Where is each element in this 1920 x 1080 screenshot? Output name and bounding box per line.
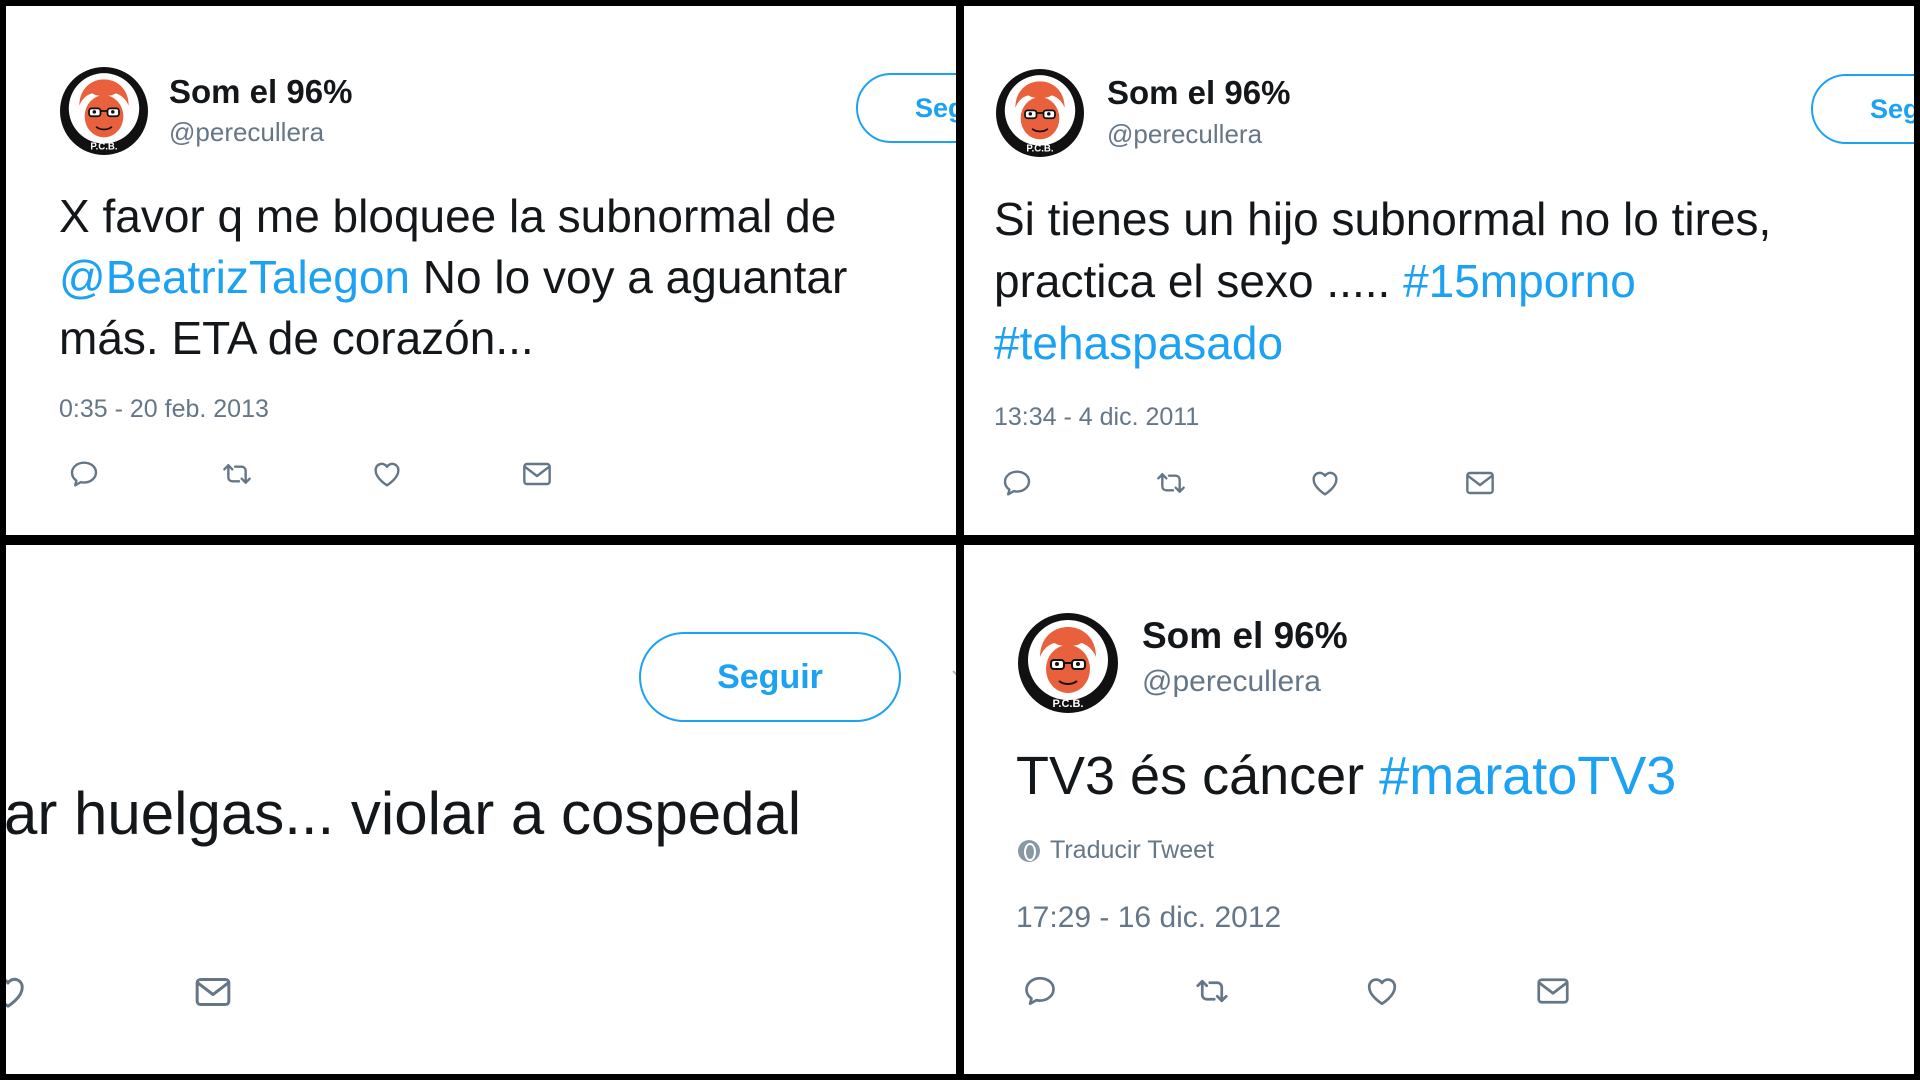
tweet-card-2: Som el 96% @perecullera Seg Si tienes un… — [964, 6, 1914, 535]
like-icon[interactable] — [1309, 467, 1341, 499]
tweet-text-line-2: @BeatrizTalegon No lo voy a aguantar — [59, 250, 847, 304]
chevron-down-icon[interactable] — [952, 665, 956, 676]
follow-button[interactable]: Seguir — [639, 632, 901, 722]
follow-button[interactable]: Seg — [1811, 74, 1914, 144]
tweet-text-line-1: Si tienes un hijo subnormal no lo tires, — [994, 193, 1772, 245]
translate-label: Traducir Tweet — [1050, 836, 1214, 864]
tweet-text: ar huelgas... violar a cospedal — [6, 780, 802, 847]
tweet-text-line-3: más. ETA de corazón... — [59, 312, 534, 364]
tweet-timestamp[interactable]: 17:29 - 16 dic. 2012 — [1016, 901, 1281, 935]
hashtag-link[interactable]: #tehaspasado — [994, 316, 1283, 370]
retweet-icon[interactable] — [1193, 973, 1231, 1009]
tweet-card-3: Seguir ar huelgas... violar a cospedal — [6, 545, 956, 1074]
author-avatar[interactable] — [996, 69, 1084, 157]
reply-icon[interactable] — [68, 458, 100, 490]
tweet-card-1: Som el 96% @perecullera Seg X favor q me… — [6, 6, 956, 535]
direct-message-icon[interactable] — [1464, 467, 1496, 499]
direct-message-icon[interactable] — [1535, 973, 1571, 1009]
tweet-timestamp[interactable]: 0:35 - 20 feb. 2013 — [59, 395, 269, 424]
author-handle[interactable]: @perecullera — [169, 117, 324, 148]
globe-icon — [1018, 839, 1040, 862]
direct-message-icon[interactable] — [193, 972, 233, 1012]
avatar-image — [60, 67, 148, 155]
tweet-text-line-2: practica el sexo ..... #15mporno — [994, 254, 1636, 308]
mention-link[interactable]: @BeatrizTalegon — [59, 251, 410, 303]
retweet-icon[interactable] — [1154, 467, 1188, 499]
author-name[interactable]: Som el 96% — [1107, 74, 1290, 112]
avatar-image — [1018, 613, 1118, 713]
like-icon[interactable] — [371, 458, 403, 490]
tweet-text-line-1: X favor q me bloquee la subnormal de — [59, 190, 837, 242]
author-avatar[interactable] — [1018, 613, 1118, 713]
avatar-image — [996, 69, 1084, 157]
author-name[interactable]: Som el 96% — [169, 73, 352, 111]
tweet-text: TV3 és cáncer #maratoTV3 — [1016, 745, 1676, 807]
tweet-card-4: Som el 96% @perecullera TV3 és cáncer #m… — [964, 545, 1914, 1074]
reply-icon[interactable] — [1001, 467, 1033, 499]
like-icon[interactable] — [6, 972, 28, 1012]
follow-button[interactable]: Seg — [856, 73, 956, 143]
author-avatar[interactable] — [60, 67, 148, 155]
reply-icon[interactable] — [1022, 973, 1058, 1009]
author-handle[interactable]: @perecullera — [1107, 119, 1262, 150]
tweet-text-fragment: practica el sexo ..... — [994, 255, 1404, 307]
retweet-icon[interactable] — [220, 458, 254, 490]
hashtag-link[interactable]: #15mporno — [1403, 255, 1636, 307]
tweet-text-fragment: No lo voy a aguantar — [410, 251, 848, 303]
like-icon[interactable] — [1364, 973, 1400, 1009]
direct-message-icon[interactable] — [521, 458, 553, 490]
author-handle[interactable]: @perecullera — [1142, 665, 1321, 699]
tweet-text-fragment: TV3 és cáncer — [1016, 746, 1380, 806]
translate-tweet-link[interactable]: Traducir Tweet — [1018, 836, 1214, 865]
author-name[interactable]: Som el 96% — [1142, 615, 1348, 657]
tweet-timestamp[interactable]: 13:34 - 4 dic. 2011 — [994, 403, 1199, 432]
hashtag-link[interactable]: #maratoTV3 — [1379, 746, 1676, 806]
